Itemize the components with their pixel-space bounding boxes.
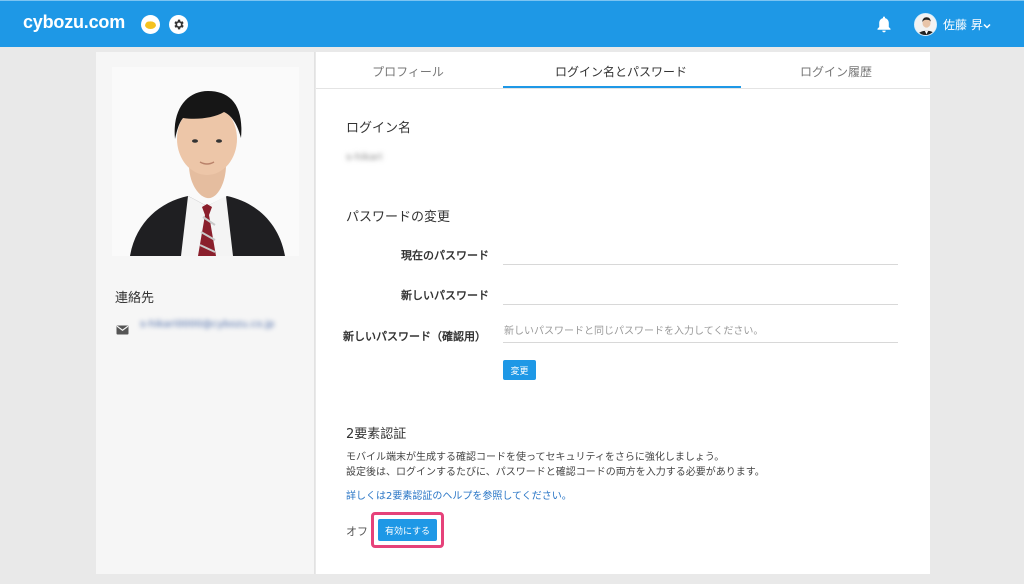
contact-heading: 連絡先 <box>115 291 155 306</box>
confirm-password-label: 新しいパスワード（確認用） <box>343 330 486 343</box>
active-tab-indicator <box>503 86 741 88</box>
bell-icon[interactable] <box>876 15 894 35</box>
click-annotation: クリック <box>459 516 569 548</box>
login-name-heading: ログイン名 <box>346 121 412 136</box>
profile-photo <box>112 67 299 256</box>
two-factor-description-1: モバイル端末が生成する確認コードを使ってセキュリティをさらに強化しましょう。 <box>346 452 725 463</box>
enable-two-factor-button[interactable]: 有効にする <box>378 519 437 541</box>
tab-bar: プロフィール ログイン名とパスワード ログイン履歴 <box>316 52 930 89</box>
tab-profile[interactable]: プロフィール <box>358 63 458 80</box>
change-password-button[interactable]: 変更 <box>503 360 536 380</box>
tab-login-history[interactable]: ログイン履歴 <box>786 63 886 80</box>
user-avatar[interactable] <box>914 13 937 36</box>
current-password-input[interactable] <box>503 243 898 265</box>
two-factor-status: オフ <box>346 525 368 538</box>
confirm-password-input[interactable] <box>503 321 898 343</box>
gear-icon[interactable] <box>169 15 188 34</box>
user-name[interactable]: 佐藤 昇 <box>943 16 983 33</box>
current-password-label: 現在のパスワード <box>401 249 489 262</box>
chevron-down-icon[interactable] <box>982 16 994 29</box>
new-password-input[interactable] <box>503 283 898 305</box>
password-change-heading: パスワードの変更 <box>346 210 451 225</box>
login-name-value: s-hikari <box>346 152 383 163</box>
cybozu-logo[interactable]: cybozu.com <box>23 12 125 33</box>
two-factor-description-2: 設定後は、ログインするたびに、パスワードと確認コードの両方を入力する必要がありま… <box>346 467 765 478</box>
mail-icon <box>116 320 129 335</box>
top-navigation-bar: cybozu.com 佐藤 昇 <box>0 0 1024 47</box>
two-factor-heading: 2要素認証 <box>346 427 407 442</box>
yellow-cloud-icon[interactable] <box>141 15 160 34</box>
tab-login-password[interactable]: ログイン名とパスワード <box>536 63 706 80</box>
new-password-label: 新しいパスワード <box>401 289 489 302</box>
email-address[interactable]: s-hikari0000@cybozu.co.jp <box>140 319 274 330</box>
two-factor-help-link[interactable]: 詳しくは2要素認証のヘルプを参照してください。 <box>346 487 572 502</box>
